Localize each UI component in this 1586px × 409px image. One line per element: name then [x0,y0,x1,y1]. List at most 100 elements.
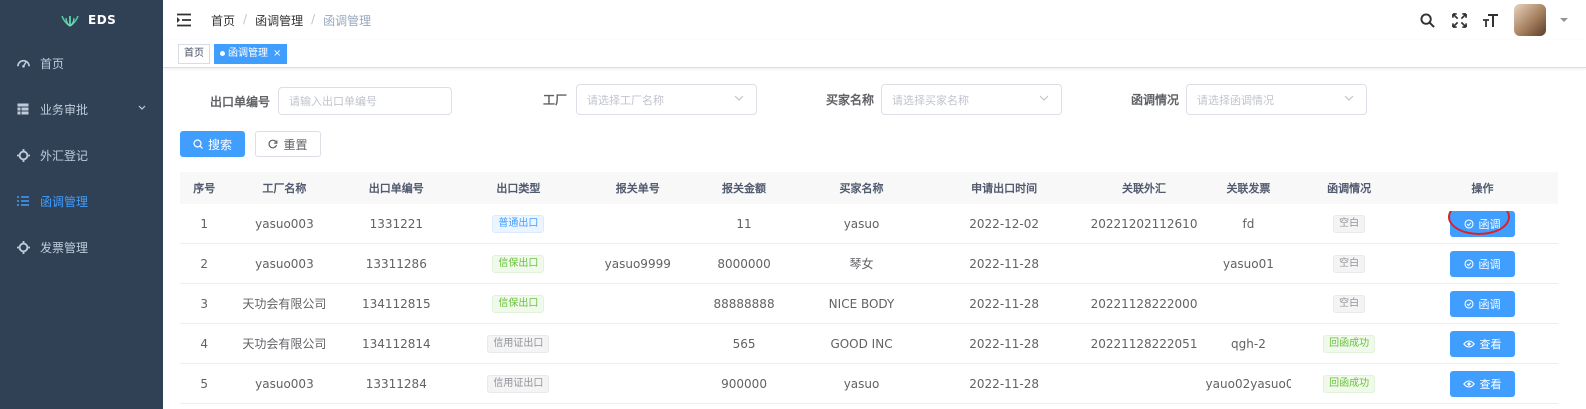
search-icon[interactable] [1418,11,1436,29]
search-button-label: 搜索 [207,137,232,152]
export-type-tag: 信保出口 [492,254,545,273]
logo[interactable]: EDS [0,0,163,40]
reset-button[interactable]: 重置 [255,131,321,157]
hamburger-icon[interactable] [177,13,193,27]
action-label: 查看 [1479,337,1502,351]
cell-buyer: NICE BODY [828,296,895,311]
sidebar-item-invoice[interactable]: 发票管理 [0,224,163,270]
eye-icon [1463,379,1476,389]
avatar[interactable] [1514,4,1546,36]
cell-buyer: yasuo [843,376,880,391]
font-size-icon[interactable] [1482,11,1500,29]
cell-status: 空白 [1291,214,1407,233]
sidebar-item-inquiry[interactable]: 函调管理 [0,178,163,224]
breadcrumb-parent[interactable]: 函调管理 [255,12,303,29]
cell-invoice: fd [1242,216,1255,231]
breadcrumb: 首页 / 函调管理 / 函调管理 [211,12,371,29]
header-status: 函调情况 [1327,182,1372,195]
cell-index: 3 [200,296,209,311]
inquiry-status-select[interactable]: 请选择函调情况 [1186,84,1367,115]
cell-amount: 88888888 [713,296,775,311]
navbar-actions [1418,0,1568,40]
cell-fx: 20221202112610 [1090,216,1198,231]
logo-icon [61,15,79,27]
sidebar-item-home[interactable]: 首页 [0,40,163,86]
cell-export-type: 信保出口 [452,294,584,313]
table-row: 3 天功会有限公司 134112815 信保出口 88888888 NICE BODY 20… [180,284,1558,324]
header-date: 申请出口时间 [971,182,1038,195]
header-export-type: 出口类型 [496,182,541,195]
cell-index: 2 [200,256,209,271]
cell-factory: 天功会有限公司 [242,337,327,351]
data-table: 序号 工厂名称 出口单编号 出口类型 报关单号 报关金额 买家名称 申请出口时间… [180,172,1558,404]
cell-invoice: yauo02yasuo01 [1205,376,1292,391]
cell-index: 1 [200,216,209,231]
inquiry-button[interactable]: 函调 [1449,290,1515,317]
factory-label: 工厂 [543,93,568,107]
cell-status: 回函成功 [1291,334,1407,353]
export-no-input[interactable]: 请输入出口单编号 [278,87,452,115]
inquiry-button[interactable]: 函调 [1449,210,1515,237]
search-icon [193,139,203,149]
export-type-tag: 普通出口 [492,214,545,233]
factory-select[interactable]: 请选择工厂名称 [576,84,757,115]
view-button[interactable]: 查看 [1449,370,1515,397]
cell-export-no: 13311284 [365,376,427,391]
sidebar-item-approval[interactable]: 业务审批 [0,86,163,132]
cell-actions: 函调 [1407,250,1558,277]
header-index: 序号 [193,182,216,195]
tag-label: 函调管理 [228,47,268,59]
cell-status: 空白 [1291,294,1407,313]
header-invoice: 关联发票 [1226,182,1271,195]
action-label: 函调 [1478,297,1501,311]
cell-buyer: yasuo [843,216,880,231]
cell-export-type: 信保出口 [452,254,584,273]
inquiry-status-label: 函调情况 [1131,93,1180,107]
sidebar-item-forex[interactable]: 外汇登记 [0,132,163,178]
table-row: 2 yasuo003 13311286 信保出口 yasuo9999 8000000 琴女 2… [180,244,1558,284]
cell-date: 2022-12-02 [969,216,1040,231]
close-icon[interactable]: × [273,45,281,63]
buyer-select[interactable]: 请选择买家名称 [881,84,1062,115]
cell-fx: 20221128222051 [1090,336,1198,351]
tag-inquiry[interactable]: 函调管理 × [214,43,288,64]
sidebar-item-label: 函调管理 [40,194,89,209]
buyer-placeholder: 请选择买家名称 [892,93,969,107]
export-no-placeholder: 请输入出口单编号 [289,95,377,108]
header-factory: 工厂名称 [262,182,307,195]
breadcrumb-current: 函调管理 [323,13,372,28]
chevron-down-icon [1344,95,1354,101]
table-icon [16,102,30,116]
status-badge: 空白 [1333,294,1366,313]
navbar: 首页 / 函调管理 / 函调管理 [163,0,1586,40]
cell-export-type: 普通出口 [452,214,584,233]
breadcrumb-separator: / [243,11,248,26]
cell-date: 2022-11-28 [969,256,1040,271]
cell-export-no: 134112815 [361,296,431,311]
cell-date: 2022-11-28 [969,376,1040,391]
breadcrumb-home[interactable]: 首页 [211,12,235,29]
check-circle-icon [1464,258,1475,269]
eye-icon [1463,339,1476,349]
header-buyer: 买家名称 [839,182,884,195]
status-badge: 空白 [1333,254,1366,273]
sidebar: EDS 首页 业务审批 外汇登记 函调管理 发票管理 [0,0,163,409]
header-amount: 报关金额 [722,182,767,195]
tag-home[interactable]: 首页 [178,43,210,64]
chevron-down-icon [1039,95,1049,101]
header-fx: 关联外汇 [1122,182,1167,195]
search-button[interactable]: 搜索 [180,131,245,157]
cell-factory: 天功会有限公司 [242,297,327,311]
cell-invoice: qgh-2 [1231,336,1266,351]
cell-customs-no: yasuo9999 [604,256,671,271]
export-type-tag: 信用证出口 [487,334,550,353]
chevron-down-icon [138,105,146,110]
view-button[interactable]: 查看 [1449,330,1515,357]
fullscreen-icon[interactable] [1450,11,1468,29]
check-circle-icon [1464,218,1475,229]
refresh-icon [268,139,278,149]
tags-view: 首页 函调管理 × [163,40,1586,68]
caret-down-icon[interactable] [1560,16,1568,24]
cell-date: 2022-11-28 [969,336,1040,351]
inquiry-button[interactable]: 函调 [1449,250,1515,277]
